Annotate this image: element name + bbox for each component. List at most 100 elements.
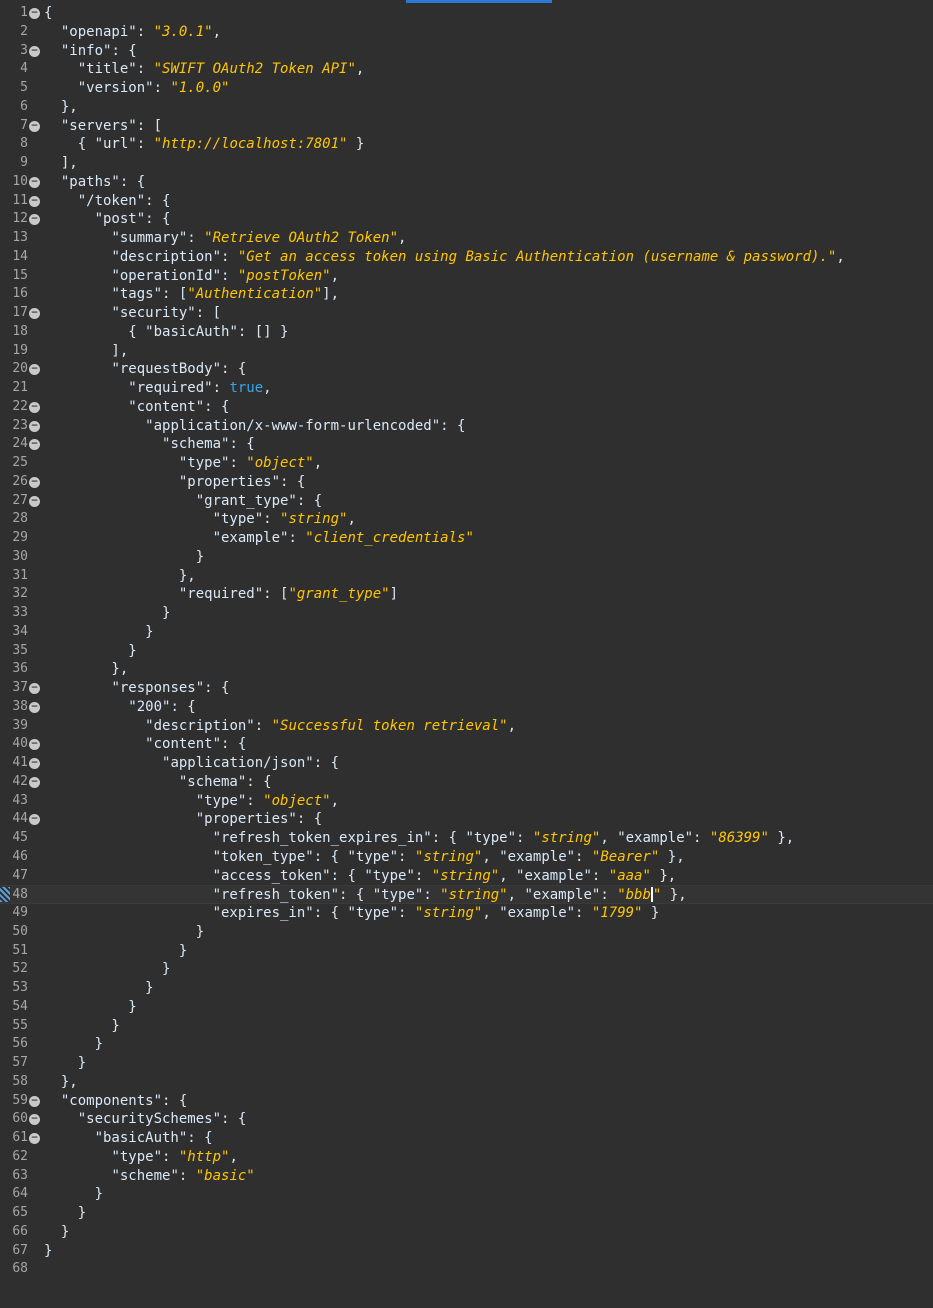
code-line[interactable]: 42− "schema": { xyxy=(0,773,933,792)
code-line[interactable]: 41− "application/json": { xyxy=(0,754,933,773)
line-code[interactable]: "token_type": { "type": "string", "examp… xyxy=(44,848,685,867)
line-code[interactable]: "properties": { xyxy=(44,810,322,829)
code-line[interactable]: 67} xyxy=(0,1242,933,1261)
line-code[interactable]: "title": "SWIFT OAuth2 Token API", xyxy=(44,60,365,79)
code-line[interactable]: 58 }, xyxy=(0,1073,933,1092)
fold-collapse-icon[interactable]: − xyxy=(29,495,40,507)
line-code[interactable]: } xyxy=(44,1223,69,1242)
code-line[interactable]: 22− "content": { xyxy=(0,398,933,417)
code-line[interactable]: 45 "refresh_token_expires_in": { "type":… xyxy=(0,829,933,848)
line-code[interactable]: { "basicAuth": [] } xyxy=(44,323,288,342)
code-line[interactable]: 62 "type": "http", xyxy=(0,1148,933,1167)
code-line[interactable]: 4 "title": "SWIFT OAuth2 Token API", xyxy=(0,60,933,79)
code-editor[interactable]: 1−{2 "openapi": "3.0.1", 3− "info": {4 "t… xyxy=(0,0,933,1308)
line-code[interactable]: } xyxy=(44,923,204,942)
line-code[interactable]: "application/json": { xyxy=(44,754,339,773)
code-line[interactable]: 24− "schema": { xyxy=(0,435,933,454)
fold-collapse-icon[interactable]: − xyxy=(29,776,40,788)
line-code[interactable]: "type": "string", xyxy=(44,510,356,529)
fold-collapse-icon[interactable]: − xyxy=(29,364,40,376)
line-code[interactable]: "schema": { xyxy=(44,435,255,454)
code-line[interactable]: 46 "token_type": { "type": "string", "ex… xyxy=(0,848,933,867)
line-code[interactable]: "version": "1.0.0" xyxy=(44,79,230,98)
code-line[interactable]: 17− "security": [ xyxy=(0,304,933,323)
code-line[interactable]: 19 ], xyxy=(0,342,933,361)
code-line[interactable]: 6 }, xyxy=(0,98,933,117)
code-line[interactable]: 29 "example": "client_credentials" xyxy=(0,529,933,548)
code-line[interactable]: 68 xyxy=(0,1260,933,1279)
code-line[interactable]: 39 "description": "Successful token retr… xyxy=(0,717,933,736)
code-line[interactable]: 2 "openapi": "3.0.1", xyxy=(0,23,933,42)
line-code[interactable]: }, xyxy=(44,567,196,586)
line-code[interactable]: } xyxy=(44,1017,119,1036)
line-code[interactable]: "servers": [ xyxy=(44,117,162,136)
line-code[interactable]: "type": "object", xyxy=(44,792,339,811)
line-code[interactable]: } xyxy=(44,1054,86,1073)
fold-collapse-icon[interactable]: − xyxy=(29,814,40,826)
code-line[interactable]: 64 } xyxy=(0,1185,933,1204)
line-code[interactable]: "expires_in": { "type": "string", "examp… xyxy=(44,904,660,923)
line-code[interactable]: "scheme": "basic" xyxy=(44,1167,254,1186)
line-code[interactable]: } xyxy=(44,942,187,961)
code-line[interactable]: 61− "basicAuth": { xyxy=(0,1129,933,1148)
code-line[interactable]: 40− "content": { xyxy=(0,735,933,754)
line-code[interactable]: } xyxy=(44,1204,86,1223)
line-code[interactable]: } xyxy=(44,1035,103,1054)
line-code[interactable]: "operationId": "postToken", xyxy=(44,267,339,286)
line-code[interactable]: "basicAuth": { xyxy=(44,1129,213,1148)
code-line[interactable]: 37− "responses": { xyxy=(0,679,933,698)
line-code[interactable]: "tags": ["Authentication"], xyxy=(44,285,339,304)
code-line[interactable]: 25 "type": "object", xyxy=(0,454,933,473)
code-line[interactable]: 57 } xyxy=(0,1054,933,1073)
fold-collapse-icon[interactable]: − xyxy=(29,758,40,769)
line-code[interactable]: } xyxy=(44,960,170,979)
code-line[interactable]: 1−{ xyxy=(0,4,933,23)
line-code[interactable]: "example": "client_credentials" xyxy=(44,529,474,548)
code-line[interactable]: 63 "scheme": "basic" xyxy=(0,1167,933,1186)
line-code[interactable]: } xyxy=(44,604,170,623)
line-code[interactable]: "schema": { xyxy=(44,773,272,792)
code-line[interactable]: 28 "type": "string", xyxy=(0,510,933,529)
line-code[interactable]: } xyxy=(44,998,136,1017)
code-line[interactable]: 56 } xyxy=(0,1035,933,1054)
fold-collapse-icon[interactable]: − xyxy=(29,1133,40,1144)
line-code[interactable]: "securitySchemes": { xyxy=(44,1110,247,1129)
line-code[interactable]: "application/x-www-form-urlencoded": { xyxy=(44,417,465,436)
line-code[interactable]: } xyxy=(44,642,136,661)
code-line[interactable]: 33 } xyxy=(0,604,933,623)
code-line[interactable]: 43 "type": "object", xyxy=(0,792,933,811)
code-line[interactable]: 66 } xyxy=(0,1223,933,1242)
code-line[interactable]: 7− "servers": [ xyxy=(0,117,933,136)
code-line[interactable]: 52 } xyxy=(0,960,933,979)
fold-collapse-icon[interactable]: − xyxy=(29,176,40,188)
code-line[interactable]: 44− "properties": { xyxy=(0,810,933,829)
code-line[interactable]: 5 "version": "1.0.0" xyxy=(0,79,933,98)
code-line[interactable]: 20− "requestBody": { xyxy=(0,360,933,379)
line-code[interactable]: "required": true, xyxy=(44,379,271,398)
code-line[interactable]: 9 ], xyxy=(0,154,933,173)
code-line[interactable]: 31 }, xyxy=(0,567,933,586)
code-line[interactable]: 8 { "url": "http://localhost:7801" } xyxy=(0,135,933,154)
fold-collapse-icon[interactable]: − xyxy=(29,214,40,226)
code-line[interactable]: 35 } xyxy=(0,642,933,661)
fold-collapse-icon[interactable]: − xyxy=(29,420,40,432)
line-code[interactable]: ], xyxy=(44,154,78,173)
line-code[interactable]: } xyxy=(44,1242,52,1261)
code-line[interactable]: 49 "expires_in": { "type": "string", "ex… xyxy=(0,904,933,923)
code-line[interactable]: 38− "200": { xyxy=(0,698,933,717)
line-code[interactable]: "content": { xyxy=(44,735,246,754)
fold-collapse-icon[interactable]: − xyxy=(29,439,40,451)
code-line[interactable]: 54 } xyxy=(0,998,933,1017)
code-line[interactable]: 27− "grant_type": { xyxy=(0,492,933,511)
fold-collapse-icon[interactable]: − xyxy=(29,739,40,751)
line-code[interactable]: "info": { xyxy=(44,42,137,61)
line-code[interactable]: } xyxy=(44,548,204,567)
code-line[interactable]: 10− "paths": { xyxy=(0,173,933,192)
code-line[interactable]: 30 } xyxy=(0,548,933,567)
line-code[interactable]: ], xyxy=(44,342,128,361)
line-code[interactable]: "description": "Get an access token usin… xyxy=(44,248,844,267)
fold-collapse-icon[interactable]: − xyxy=(29,701,40,713)
line-code[interactable]: "refresh_token": { "type": "string", "ex… xyxy=(44,886,687,905)
code-line[interactable]: 47 "access_token": { "type": "string", "… xyxy=(0,867,933,886)
code-line[interactable]: 15 "operationId": "postToken", xyxy=(0,267,933,286)
